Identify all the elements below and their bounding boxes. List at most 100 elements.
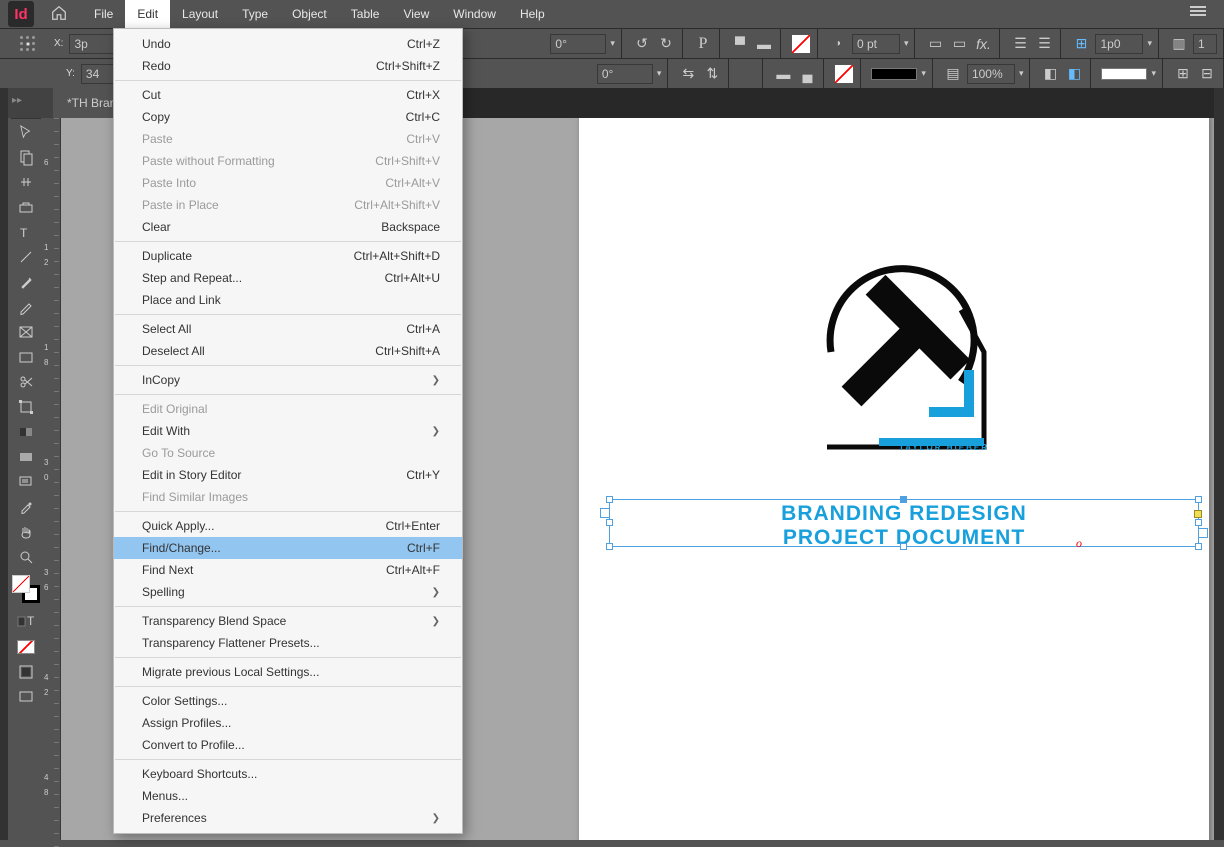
screen-mode-icon[interactable] <box>11 684 41 709</box>
apply-color-icon[interactable] <box>11 634 41 659</box>
eyedropper-tool[interactable] <box>11 494 41 519</box>
align-bot-icon[interactable]: ▬ <box>773 64 793 84</box>
rotate-cw-icon[interactable]: ↻ <box>656 34 676 54</box>
drop-icon[interactable]: ◧ <box>1040 64 1060 84</box>
menu-help[interactable]: Help <box>508 0 557 28</box>
para-left-icon[interactable]: ☰ <box>1010 34 1030 54</box>
menu-item-find-change-[interactable]: Find/Change...Ctrl+F <box>114 537 462 559</box>
grid-small2-icon[interactable]: ⊟ <box>1197 64 1217 84</box>
menu-type[interactable]: Type <box>230 0 280 28</box>
menu-item-preferences[interactable]: Preferences❯ <box>114 807 462 829</box>
rect-tool[interactable] <box>11 344 41 369</box>
menu-item-assign-profiles-[interactable]: Assign Profiles... <box>114 712 462 734</box>
rect-frame-tool[interactable] <box>11 319 41 344</box>
line-tool[interactable] <box>11 244 41 269</box>
opacity-input[interactable]: 100% <box>967 64 1015 84</box>
fill-stroke-toggle[interactable] <box>12 575 40 603</box>
menu-item-migrate-previous-local-settings-[interactable]: Migrate previous Local Settings... <box>114 661 462 683</box>
menu-file[interactable]: File <box>82 0 125 28</box>
menu-item-menus-[interactable]: Menus... <box>114 785 462 807</box>
corner-options-icon[interactable] <box>1194 510 1202 518</box>
stroke-weight-input[interactable]: 0 pt <box>852 34 900 54</box>
direct-select-tool[interactable] <box>11 119 41 144</box>
menu-item-select-all[interactable]: Select AllCtrl+A <box>114 318 462 340</box>
align-top-icon[interactable]: ▀ <box>730 34 750 54</box>
fx-text-icon[interactable]: fx. <box>973 34 993 54</box>
menu-object[interactable]: Object <box>280 0 339 28</box>
menu-item-edit-in-story-editor[interactable]: Edit in Story EditorCtrl+Y <box>114 464 462 486</box>
type-tool[interactable]: T <box>11 219 41 244</box>
text-p-icon[interactable]: P <box>693 34 713 54</box>
menu-item-duplicate[interactable]: DuplicateCtrl+Alt+Shift+D <box>114 245 462 267</box>
align-mid-icon[interactable]: ▬ <box>754 34 774 54</box>
fx-square2-icon[interactable]: ▭ <box>949 34 969 54</box>
menu-item-clear[interactable]: ClearBackspace <box>114 216 462 238</box>
menu-item-undo[interactable]: UndoCtrl+Z <box>114 33 462 55</box>
menu-item-quick-apply-[interactable]: Quick Apply...Ctrl+Enter <box>114 515 462 537</box>
x-input[interactable]: 3p <box>69 34 115 54</box>
rotate-input-2[interactable]: 0° <box>597 64 653 84</box>
note-tool[interactable] <box>11 469 41 494</box>
wrap-grid-icon[interactable]: ⊞ <box>1071 34 1091 54</box>
reference-point[interactable] <box>18 34 38 54</box>
fx-square-icon[interactable]: ▭ <box>925 34 945 54</box>
menu-item-convert-to-profile-[interactable]: Convert to Profile... <box>114 734 462 756</box>
rotate-ccw-icon[interactable]: ↺ <box>632 34 652 54</box>
page-input[interactable]: 1p0 <box>1095 34 1143 54</box>
menu-item-step-and-repeat-[interactable]: Step and Repeat...Ctrl+Alt+U <box>114 267 462 289</box>
in-port[interactable] <box>600 508 610 518</box>
hand-tool[interactable] <box>11 519 41 544</box>
menu-item-spelling[interactable]: Spelling❯ <box>114 581 462 603</box>
stroke-in-icon[interactable]: ◑ <box>828 34 848 54</box>
gradient-swatch-tool[interactable] <box>11 419 41 444</box>
page[interactable]: TAYLOR HIEBER BRANDING REDESIGN PROJECT … <box>579 114 1209 840</box>
grid-small-icon[interactable]: ⊞ <box>1173 64 1193 84</box>
small-fmt-icon[interactable]: T <box>11 609 41 634</box>
home-icon[interactable] <box>50 4 72 25</box>
menu-edit[interactable]: Edit <box>125 0 170 28</box>
gradient-feather-tool[interactable] <box>11 444 41 469</box>
menu-item-find-next[interactable]: Find NextCtrl+Alt+F <box>114 559 462 581</box>
view-mode-icon[interactable] <box>11 659 41 684</box>
color-swatch-white[interactable] <box>1101 68 1147 80</box>
flip-v-icon[interactable]: ⇅ <box>702 64 722 84</box>
gap-tool[interactable] <box>11 169 41 194</box>
stroke-style[interactable] <box>871 68 917 80</box>
out-port[interactable] <box>1198 528 1208 538</box>
menu-window[interactable]: Window <box>441 0 508 28</box>
left-rail[interactable] <box>0 88 8 840</box>
menu-item-keyboard-shortcuts-[interactable]: Keyboard Shortcuts... <box>114 763 462 785</box>
page-tool[interactable] <box>11 144 41 169</box>
flip-h-icon[interactable]: ⇆ <box>678 64 698 84</box>
para-center-icon[interactable]: ☰ <box>1034 34 1054 54</box>
menu-item-transparency-blend-space[interactable]: Transparency Blend Space❯ <box>114 610 462 632</box>
free-transform-tool[interactable] <box>11 394 41 419</box>
fill-swatch[interactable] <box>791 34 811 54</box>
menu-item-transparency-flattener-presets-[interactable]: Transparency Flattener Presets... <box>114 632 462 654</box>
menu-item-copy[interactable]: CopyCtrl+C <box>114 106 462 128</box>
menu-item-incopy[interactable]: InCopy❯ <box>114 369 462 391</box>
dist-icon[interactable]: ▄ <box>797 64 817 84</box>
menu-item-place-and-link[interactable]: Place and Link <box>114 289 462 311</box>
opacity-icon[interactable]: ▤ <box>943 64 963 84</box>
menu-item-edit-with[interactable]: Edit With❯ <box>114 420 462 442</box>
rotate-input-1[interactable]: 0° <box>550 34 606 54</box>
panel-collapse-icon[interactable]: ▸▸ <box>8 88 53 118</box>
menu-table[interactable]: Table <box>339 0 392 28</box>
content-collector-tool[interactable] <box>11 194 41 219</box>
menu-item-deselect-all[interactable]: Deselect AllCtrl+Shift+A <box>114 340 462 362</box>
zoom-tool[interactable] <box>11 544 41 569</box>
menu-layout[interactable]: Layout <box>170 0 230 28</box>
pencil-tool[interactable] <box>11 294 41 319</box>
menu-view[interactable]: View <box>391 0 441 28</box>
menu-item-color-settings-[interactable]: Color Settings... <box>114 690 462 712</box>
drop2-icon[interactable]: ◧ <box>1064 64 1084 84</box>
app-icon[interactable]: Id <box>8 1 34 27</box>
right-rail[interactable] <box>1214 88 1224 840</box>
workspace-icon[interactable] <box>1190 6 1206 16</box>
col-input[interactable]: 1 <box>1193 34 1217 54</box>
menu-item-redo[interactable]: RedoCtrl+Shift+Z <box>114 55 462 77</box>
stroke-swatch[interactable] <box>834 64 854 84</box>
scissors-tool[interactable] <box>11 369 41 394</box>
pen-tool[interactable] <box>11 269 41 294</box>
